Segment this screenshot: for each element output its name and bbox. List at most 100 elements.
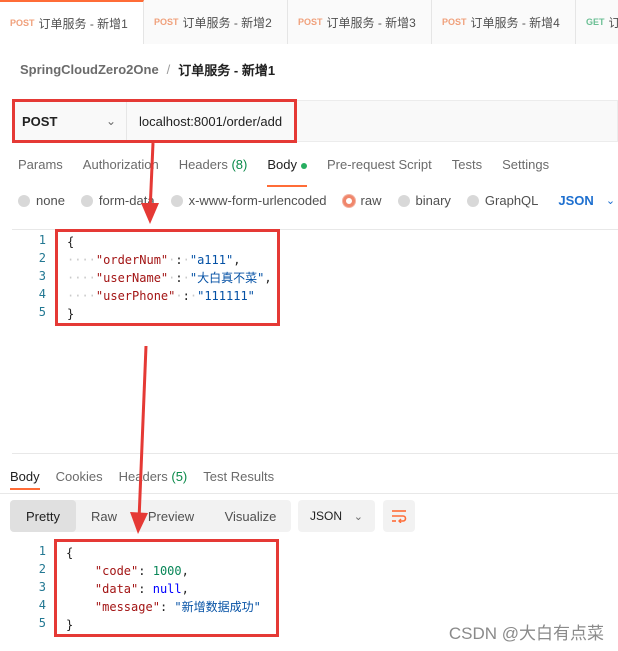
json-value: "111111" [197, 289, 255, 303]
view-preview[interactable]: Preview [132, 500, 210, 532]
response-tab-body[interactable]: Body [10, 469, 40, 490]
tab-method: POST [442, 17, 467, 27]
code-line: } [67, 305, 74, 323]
tab-title: 订单服务 - 新增2 [182, 15, 272, 30]
line-number: 3 [38, 269, 46, 283]
radio-urlencoded[interactable]: x-www-form-urlencoded [170, 193, 327, 208]
json-key: "message" [94, 600, 160, 614]
request-tab-5[interactable]: GET 订... [576, 0, 618, 44]
response-tab-headers[interactable]: Headers (5) [119, 469, 188, 484]
chevron-down-icon: ⌄ [353, 510, 363, 523]
chevron-down-icon[interactable]: ⌄ [606, 194, 615, 207]
tab-title: 订单服务 - 新增4 [470, 15, 560, 30]
breadcrumb-separator: / [166, 62, 171, 77]
json-key: "userName" [95, 271, 169, 285]
tab-body[interactable]: Body [267, 157, 307, 187]
request-tab-1[interactable]: POST 订单服务 - 新增1 [0, 0, 144, 44]
radio-binary-label: binary [415, 193, 451, 208]
tab-body-label: Body [267, 157, 297, 172]
response-tab-headers-count: (5) [171, 469, 188, 484]
json-colon: : [175, 253, 183, 267]
request-tab-3[interactable]: POST 订单服务 - 新增3 [288, 0, 432, 44]
tab-headers[interactable]: Headers (8) [179, 157, 248, 181]
line-number: 5 [38, 616, 46, 630]
code-brace: } [66, 618, 74, 632]
response-view-switcher: Pretty Raw Preview Visualize [10, 500, 291, 532]
radio-circle [466, 194, 479, 207]
request-tab-bar: POST 订单服务 - 新增1 POST 订单服务 - 新增2 POST 订单服… [0, 0, 618, 44]
whitespace-marker: · [182, 271, 190, 285]
radio-circle-selected [342, 194, 355, 207]
json-comma: , [181, 582, 189, 596]
tab-method: POST [298, 17, 323, 27]
tab-headers-count: (8) [231, 157, 248, 172]
breadcrumb-collection[interactable]: SpringCloudZero2One [20, 62, 159, 77]
json-comma: , [181, 564, 189, 578]
watermark: CSDN @大白有点菜 [448, 624, 604, 643]
body-format-select[interactable]: JSON [558, 193, 593, 208]
method-select[interactable]: POST ⌄ [13, 101, 127, 141]
response-tab-headers-label: Headers [118, 469, 168, 484]
url-input[interactable]: localhost:8001/order/add [127, 114, 282, 129]
radio-form-data[interactable]: form-data [80, 193, 155, 208]
json-value: "大白真不菜" [189, 271, 265, 285]
code-brace: } [67, 307, 75, 321]
response-format-select[interactable]: JSON ⌄ [298, 500, 375, 532]
response-tabs-divider [0, 493, 618, 494]
code-line: ····"userName"·:·"大白真不菜", [67, 269, 272, 287]
tab-settings[interactable]: Settings [502, 157, 549, 181]
tab-title: 订... [608, 15, 618, 30]
breadcrumb-request-name[interactable]: 订单服务 - 新增1 [178, 60, 275, 79]
json-colon: : [159, 600, 175, 614]
response-tab-test-results[interactable]: Test Results [203, 469, 274, 484]
radio-circle [170, 194, 183, 207]
json-colon: : [138, 564, 153, 578]
radio-urlencoded-label: x-www-form-urlencoded [188, 193, 327, 208]
radio-raw[interactable]: raw [342, 193, 382, 208]
json-key: "data" [94, 582, 139, 596]
request-body-editor[interactable]: 1 { 2 ····"orderNum"·:·"a111", 3 ····"us… [12, 229, 618, 454]
json-value: null [152, 582, 182, 596]
radio-graphql[interactable]: GraphQL [466, 193, 538, 208]
view-raw[interactable]: Raw [76, 500, 132, 532]
chevron-down-icon: ⌄ [105, 114, 116, 128]
wrap-lines-button[interactable] [383, 500, 415, 532]
wrap-lines-icon [392, 510, 407, 523]
json-key: "userPhone" [95, 289, 176, 303]
radio-binary[interactable]: binary [397, 193, 451, 208]
code-line: "data": null, [66, 580, 189, 598]
line-number: 2 [38, 251, 46, 265]
json-comma: , [264, 271, 272, 285]
view-visualize[interactable]: Visualize [210, 500, 291, 532]
view-pretty[interactable]: Pretty [10, 500, 76, 532]
code-line: { [67, 233, 74, 251]
request-tab-2[interactable]: POST 订单服务 - 新增2 [144, 0, 288, 44]
tab-params[interactable]: Params [18, 157, 63, 181]
radio-circle [80, 194, 93, 207]
json-value: 1000 [152, 564, 182, 578]
request-tab-4[interactable]: POST 订单服务 - 新增4 [432, 0, 576, 44]
line-number: 4 [38, 598, 46, 612]
radio-raw-label: raw [360, 193, 382, 208]
whitespace-marker: ···· [67, 271, 96, 285]
tab-tests[interactable]: Tests [452, 157, 482, 181]
radio-circle [397, 194, 410, 207]
json-value: "新增数据成功" [174, 600, 261, 614]
code-line: "message": "新增数据成功" [66, 598, 261, 616]
whitespace-marker: · [175, 289, 183, 303]
line-number: 5 [38, 305, 46, 319]
code-brace: { [67, 235, 75, 249]
line-number: 3 [38, 580, 46, 594]
json-value: "a111" [189, 253, 234, 267]
tab-title: 订单服务 - 新增1 [38, 16, 128, 31]
radio-none[interactable]: none [18, 193, 65, 208]
tab-authorization[interactable]: Authorization [83, 157, 159, 181]
line-number: 1 [38, 233, 46, 247]
code-line: { [66, 544, 73, 562]
tab-prerequest-script[interactable]: Pre-request Script [327, 157, 432, 181]
tab-headers-label: Headers [178, 157, 228, 172]
response-tab-cookies[interactable]: Cookies [56, 469, 103, 484]
json-colon: : [182, 289, 190, 303]
code-line: } [66, 616, 73, 634]
line-number: 2 [38, 562, 46, 576]
